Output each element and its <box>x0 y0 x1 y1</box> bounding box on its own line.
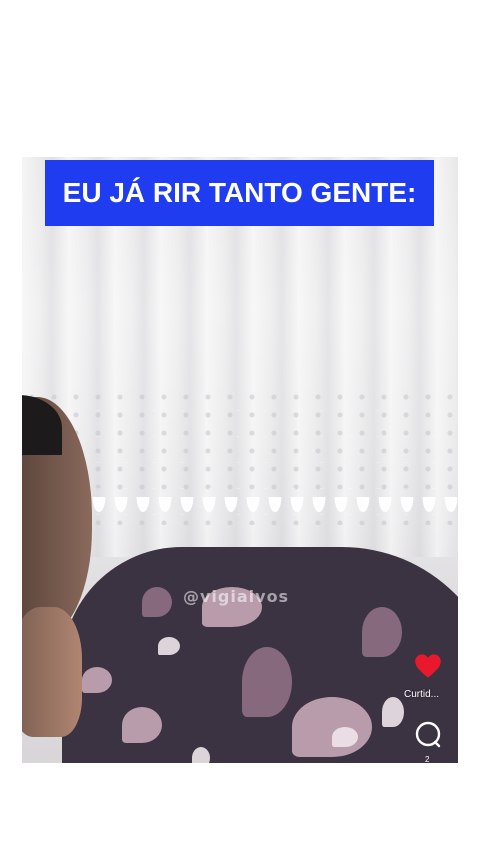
video-frame[interactable] <box>22 157 458 763</box>
comment-bubble-icon <box>415 721 441 748</box>
caption-text: EU JÁ RIR TANTO GENTE: <box>62 177 417 208</box>
floral-shirt <box>62 547 458 763</box>
like-button[interactable] <box>413 652 443 680</box>
caption-banner: EU JÁ RIR TANTO GENTE: <box>45 160 434 226</box>
comment-button[interactable] <box>413 720 443 750</box>
person-hand <box>22 607 82 737</box>
page: EU JÁ RIR TANTO GENTE: @vigiaivos Curtid… <box>0 0 480 854</box>
heart-icon <box>415 654 441 678</box>
watermark: @vigiaivos <box>183 587 290 606</box>
comment-count: 2 <box>425 755 430 764</box>
like-label: Curtid... <box>404 689 440 700</box>
